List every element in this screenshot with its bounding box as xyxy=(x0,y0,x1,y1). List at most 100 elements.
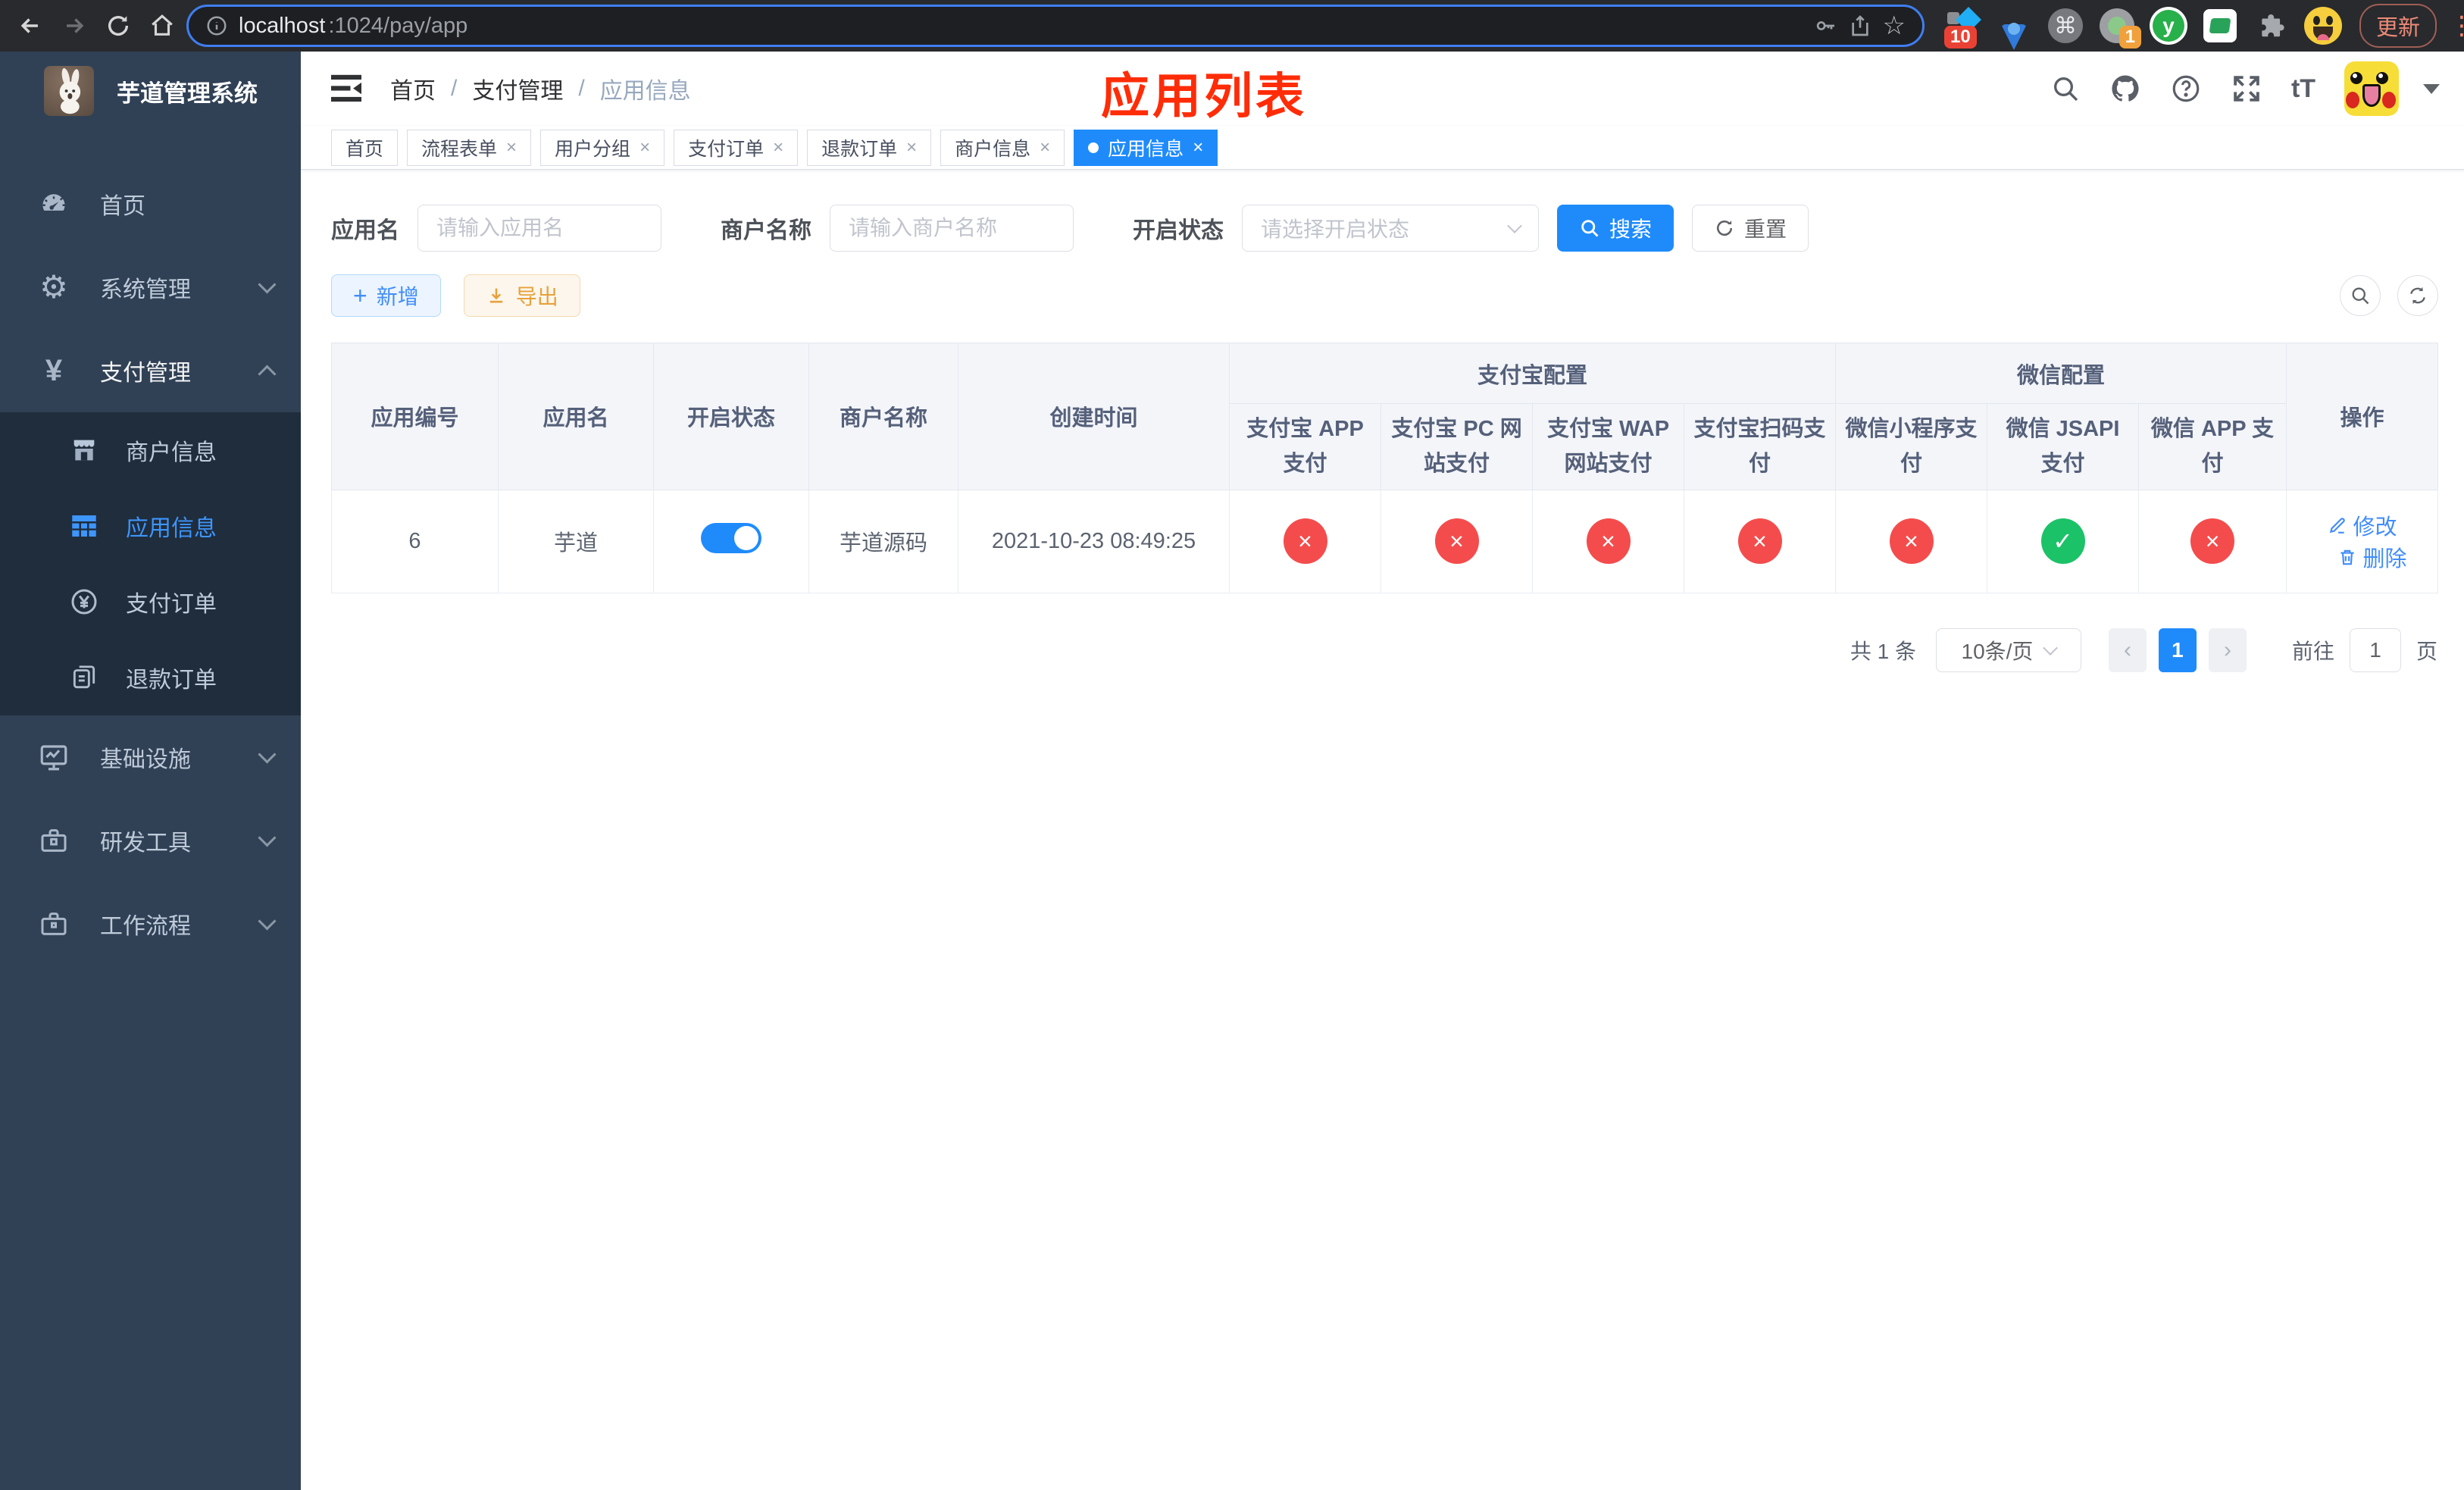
password-key-icon[interactable] xyxy=(1813,14,1837,38)
breadcrumb: 首页 / 支付管理 / 应用信息 xyxy=(390,72,691,105)
sidebar-item-label: 退款订单 xyxy=(126,668,217,693)
page-size-select[interactable]: 10条/页 xyxy=(1935,628,2081,672)
browser-menu-icon[interactable]: ⋮ xyxy=(2449,11,2464,41)
sidebar-item-label: 工作流程 xyxy=(100,914,191,939)
sidebar-collapse-icon[interactable] xyxy=(330,74,363,104)
toggle-search-button[interactable] xyxy=(2340,275,2381,316)
close-icon[interactable]: × xyxy=(1040,137,1050,158)
bookmark-star-icon[interactable]: ☆ xyxy=(1883,13,1906,39)
sidebar-item-merchant-info[interactable]: 商户信息 xyxy=(0,412,301,488)
close-icon[interactable]: × xyxy=(1193,137,1203,158)
tab-pay-orders[interactable]: 支付订单 × xyxy=(674,129,799,166)
merchant-name-input[interactable] xyxy=(830,205,1074,252)
close-icon[interactable]: × xyxy=(906,137,917,158)
reset-button[interactable]: 重置 xyxy=(1692,205,1809,252)
font-size-icon[interactable]: tT xyxy=(2291,74,2315,104)
tab-process-form[interactable]: 流程表单 × xyxy=(407,129,532,166)
header-search-icon[interactable] xyxy=(2050,74,2081,104)
add-button[interactable]: + 新增 xyxy=(331,274,441,317)
breadcrumb-home[interactable]: 首页 xyxy=(390,72,436,105)
refresh-table-button[interactable] xyxy=(2397,275,2439,316)
sidebar-item-infrastructure[interactable]: 基础设施 xyxy=(0,715,301,799)
wx-jsapi-status-icon: ✓ xyxy=(2040,518,2085,565)
ext-proxy-icon[interactable]: 1 xyxy=(2097,6,2141,49)
yuan-icon: ¥ xyxy=(45,354,63,387)
edit-link[interactable]: 修改 xyxy=(2328,509,2397,541)
search-icon xyxy=(1581,220,1599,237)
url-path: :1024/pay/app xyxy=(328,13,468,38)
reload-icon[interactable] xyxy=(98,6,138,45)
tags-view-bar: 首页 流程表单 × 用户分组 × 支付订单 × 退款订单 × 商户信息 × 应用信息 × xyxy=(301,126,2464,170)
ext-devtools-badge: 10 xyxy=(1944,25,1977,49)
url-bar[interactable]: localhost:1024/pay/app ☆ xyxy=(186,5,1925,47)
group-alipay-config: 支付宝配置 xyxy=(1228,343,1837,404)
close-icon[interactable]: × xyxy=(506,137,517,158)
app-name-input[interactable] xyxy=(417,205,661,252)
toolbox-icon xyxy=(35,825,73,856)
sidebar-item-pay-orders[interactable]: 支付订单 xyxy=(0,564,301,640)
home-icon[interactable] xyxy=(142,6,182,45)
search-button[interactable]: 搜索 xyxy=(1557,205,1674,252)
close-icon[interactable]: × xyxy=(639,137,650,158)
col-wx-app: 微信 APP 支付 xyxy=(2138,403,2287,490)
col-wx-mini: 微信小程序支付 xyxy=(1835,403,1988,490)
ext-devtools-icon[interactable]: 10 xyxy=(1943,6,1982,49)
tab-home[interactable]: 首页 xyxy=(331,129,399,166)
sidebar: 芋道管理系统 首页 ⚙ 系统管理 ¥ 支付管理 商户信息 应用信息 支付订单 退… xyxy=(0,52,301,1490)
back-icon[interactable] xyxy=(11,6,50,45)
table-row: 6 芋道 芋道源码 2021-10-23 08:49:25 × × × × × … xyxy=(331,489,2439,593)
goto-prefix: 前往 xyxy=(2291,639,2334,663)
sidebar-item-refund-orders[interactable]: 退款订单 xyxy=(0,640,301,715)
extensions-puzzle-icon[interactable] xyxy=(2252,6,2291,45)
sidebar-item-dev-tools[interactable]: 研发工具 xyxy=(0,799,301,882)
delete-link[interactable]: 删除 xyxy=(2337,541,2407,573)
sidebar-item-workflow[interactable]: 工作流程 xyxy=(0,882,301,966)
status-select[interactable]: 请选择开启状态 xyxy=(1242,205,1539,252)
breadcrumb-payment[interactable]: 支付管理 xyxy=(472,72,563,105)
forward-icon[interactable] xyxy=(55,6,94,45)
user-avatar[interactable] xyxy=(2344,61,2400,116)
col-status: 开启状态 xyxy=(653,343,809,490)
status-toggle[interactable] xyxy=(701,523,761,554)
tab-merchant-info[interactable]: 商户信息 × xyxy=(940,129,1065,166)
trash-icon xyxy=(2340,550,2354,565)
current-page-button[interactable]: 1 xyxy=(2158,628,2197,672)
browser-profile-avatar[interactable] xyxy=(2303,6,2343,45)
close-icon[interactable]: × xyxy=(773,137,783,158)
tab-user-group[interactable]: 用户分组 × xyxy=(540,129,665,166)
share-icon[interactable] xyxy=(1848,14,1872,38)
cell-actions: 修改 删除 xyxy=(2286,489,2439,593)
export-button[interactable]: 导出 xyxy=(463,274,580,317)
sidebar-item-system[interactable]: ⚙ 系统管理 xyxy=(0,246,301,329)
chrome-update-button[interactable]: 更新 xyxy=(2359,4,2437,48)
tab-app-info[interactable]: 应用信息 × xyxy=(1074,129,1218,166)
ext-command-icon[interactable]: ⌘ xyxy=(2046,6,2085,45)
col-merchant: 商户名称 xyxy=(808,343,958,490)
help-icon[interactable] xyxy=(2170,73,2202,105)
ext-notes-icon[interactable] xyxy=(2200,6,2240,45)
prev-page-button[interactable]: ‹ xyxy=(2108,628,2147,672)
sidebar-item-home[interactable]: 首页 xyxy=(0,162,301,246)
tab-refund-orders[interactable]: 退款订单 × xyxy=(807,129,932,166)
ext-yudao-icon[interactable]: y xyxy=(2149,6,2188,45)
sidebar-item-label: 支付订单 xyxy=(126,592,217,617)
ext-kite-icon[interactable] xyxy=(1994,6,2034,50)
col-app-name: 应用名 xyxy=(498,343,654,490)
avatar-dropdown-caret-icon[interactable] xyxy=(2423,83,2441,94)
fullscreen-icon[interactable] xyxy=(2231,73,2262,105)
grid-table-icon xyxy=(65,510,103,542)
gear-icon: ⚙ xyxy=(39,269,68,305)
goto-page-input[interactable] xyxy=(2349,628,2401,672)
pagination-total: 共 1 条 xyxy=(1850,639,1916,663)
sidebar-item-label: 系统管理 xyxy=(100,277,191,302)
sidebar-item-payment[interactable]: ¥ 支付管理 xyxy=(0,329,301,412)
github-icon[interactable] xyxy=(2109,73,2141,105)
merchant-name-label: 商户名称 xyxy=(721,218,811,243)
rabbit-logo-image xyxy=(44,66,94,116)
chevron-down-icon xyxy=(1507,218,1522,233)
site-info-icon[interactable] xyxy=(205,14,228,37)
wx-app-status-icon: × xyxy=(2190,518,2235,565)
chevron-down-icon xyxy=(258,911,277,931)
sidebar-item-app-info[interactable]: 应用信息 xyxy=(0,488,301,564)
next-page-button[interactable]: › xyxy=(2208,628,2247,672)
